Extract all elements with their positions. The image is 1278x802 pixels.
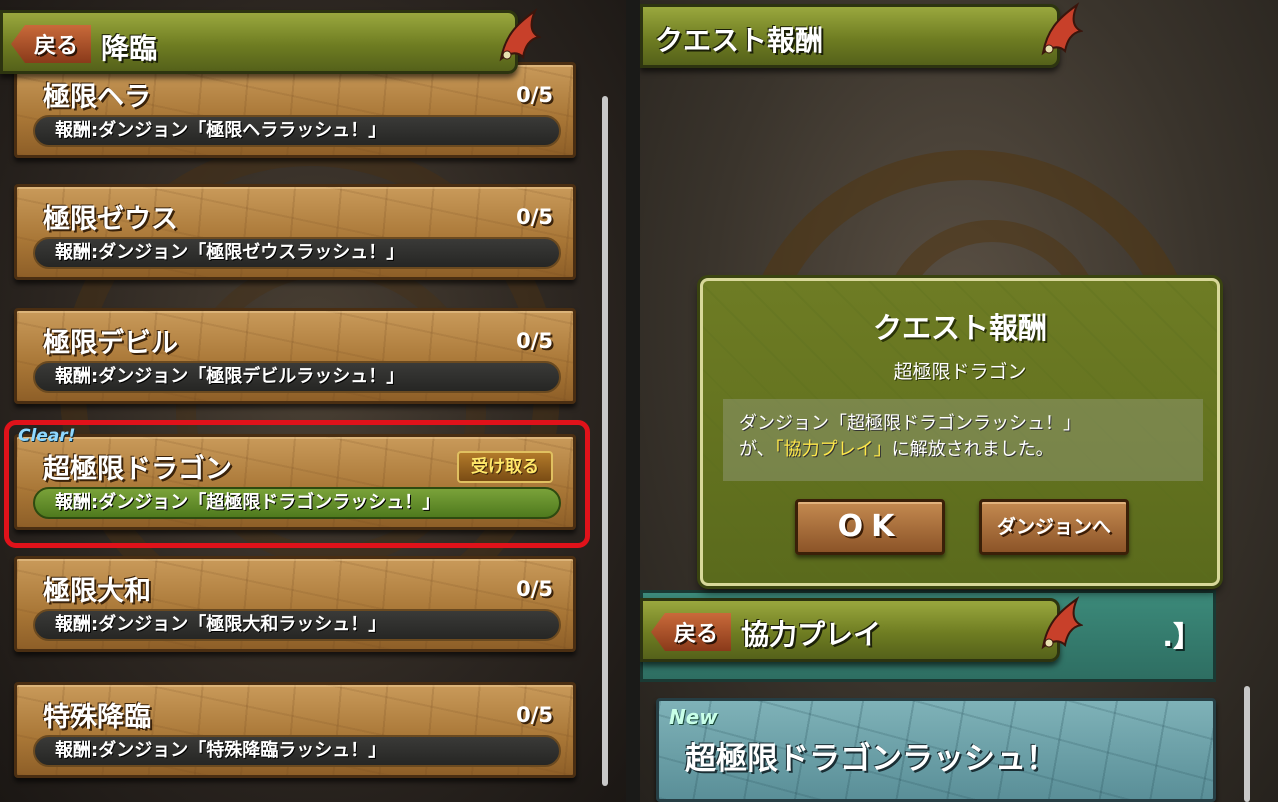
reward-bar: 報酬:ダンジョン「特殊降臨ラッシュ！」 (33, 735, 561, 767)
back-button-label: 戻る (673, 622, 718, 647)
descent-quest-panel: 極限ヘラ 0/5 報酬:ダンジョン「極限ヘララッシュ！」 極限ゼウス 0/5 報… (0, 0, 626, 802)
back-button[interactable]: 戻る (11, 25, 91, 63)
dungeon-title: 超極限ドラゴンラッシュ！ (685, 741, 1057, 777)
back-button-label: 戻る (33, 34, 78, 59)
panel-divider (626, 0, 640, 802)
quest-progress: 0/5 (516, 703, 553, 727)
dialog-message: ダンジョン「超極限ドラゴンラッシュ！」 が、「協力プレイ」に解放されました。 (723, 399, 1203, 481)
dragon-wing-icon (1037, 595, 1085, 651)
dragon-wing-icon (1037, 1, 1085, 57)
page-title: 降臨 (101, 32, 158, 65)
back-button[interactable]: 戻る (651, 613, 731, 651)
quest-card[interactable]: 極限ゼウス 0/5 報酬:ダンジョン「極限ゼウスラッシュ！」 (14, 184, 576, 280)
message-prefix: が、 (739, 439, 775, 460)
coop-header-bar: 戻る 協力プレイ (640, 596, 1085, 662)
clear-badge: Clear! (18, 426, 76, 446)
quest-progress: 0/5 (516, 329, 553, 353)
coop-title: 協力プレイ (741, 618, 882, 651)
scrollbar[interactable] (1244, 686, 1250, 802)
page-title: クエスト報酬 (655, 24, 824, 57)
reward-bar: 報酬:ダンジョン「極限ヘララッシュ！」 (33, 115, 561, 147)
dialog-subtitle: 超極限ドラゴン (893, 361, 1027, 383)
dragon-wing-icon (495, 7, 543, 63)
highlight-box (4, 420, 590, 548)
reward-bar: 報酬:ダンジョン「極限デビルラッシュ！」 (33, 361, 561, 393)
header-bar: 戻る 降臨 (0, 8, 543, 74)
dialog-title: クエスト報酬 (872, 311, 1047, 345)
reward-bar: 報酬:ダンジョン「極限ゼウスラッシュ！」 (33, 237, 561, 269)
message-highlight: 「協力プレイ」 (774, 439, 892, 460)
header-bar: クエスト報酬 (640, 2, 1085, 68)
message-line-2: が、「協力プレイ」に解放されました。 (739, 437, 1187, 463)
message-suffix: に解放されました。 (891, 439, 1054, 460)
quest-progress: 0/5 (516, 83, 553, 107)
reward-bar: 報酬:ダンジョン「極限大和ラッシュ！」 (33, 609, 561, 641)
quest-reward-panel: クエスト報酬 .】 戻る 協力プレイ New 超極限ドラゴンラッシュ！ クエスト… (640, 0, 1278, 802)
quest-name: 特殊降臨 (43, 702, 151, 733)
scrollbar[interactable] (602, 96, 608, 786)
message-line-1: ダンジョン「超極限ドラゴンラッシュ！」 (739, 413, 1081, 434)
quest-progress: 0/5 (516, 577, 553, 601)
new-badge: New (669, 705, 718, 729)
quest-progress: 0/5 (516, 205, 553, 229)
coop-dungeon-card[interactable]: New 超極限ドラゴンラッシュ！ (656, 698, 1216, 802)
go-to-dungeon-button[interactable]: ダンジョンへ (979, 499, 1129, 555)
quest-card[interactable]: 極限ヘラ 0/5 報酬:ダンジョン「極限ヘララッシュ！」 (14, 62, 576, 158)
quest-card[interactable]: 極限デビル 0/5 報酬:ダンジョン「極限デビルラッシュ！」 (14, 308, 576, 404)
ok-button[interactable]: OK (795, 499, 945, 555)
reward-dialog: クエスト報酬 超極限ドラゴン ダンジョン「超極限ドラゴンラッシュ！」 が、「協力… (700, 278, 1220, 586)
quest-name: 極限ゼウス (43, 204, 178, 235)
quest-name: 極限大和 (43, 576, 151, 607)
quest-card[interactable]: 極限大和 0/5 報酬:ダンジョン「極限大和ラッシュ！」 (14, 556, 576, 652)
quest-name: 極限デビル (43, 328, 178, 359)
coop-list-partial-text: .】 (1162, 620, 1201, 653)
quest-name: 極限ヘラ (43, 82, 151, 113)
quest-card[interactable]: 特殊降臨 0/5 報酬:ダンジョン「特殊降臨ラッシュ！」 (14, 682, 576, 778)
